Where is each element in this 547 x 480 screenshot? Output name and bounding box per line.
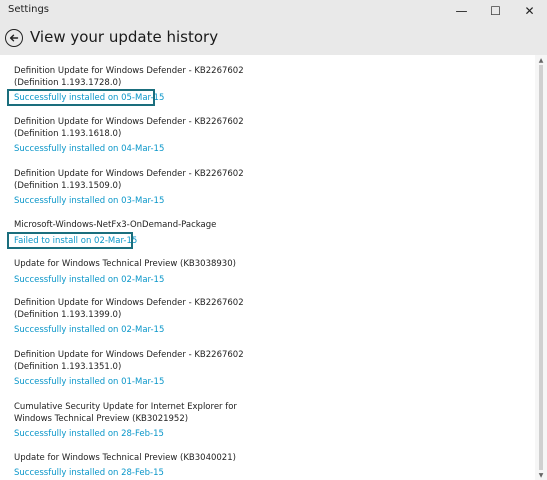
update-name: Definition Update for Windows Defender -… [14,117,244,139]
window-titlebar: Settings — ☐ ✕ [0,0,547,22]
update-status-link[interactable]: Successfully installed on 02-Mar-15 [14,275,164,286]
window-title: Settings [8,4,50,15]
highlight-box [7,89,155,106]
update-entry: Definition Update for Windows Defender -… [14,350,274,387]
close-icon: ✕ [524,4,535,18]
update-entry: Definition Update for Windows Defender -… [14,298,274,335]
back-arrow-icon [9,34,19,42]
update-status-link[interactable]: Successfully installed on 04-Mar-15 [14,144,164,155]
minimize-button[interactable]: — [445,0,478,22]
update-entry: Cumulative Security Update for Internet … [14,402,274,439]
update-name: Definition Update for Windows Defender -… [14,350,244,372]
update-name: Update for Windows Technical Preview (KB… [14,453,236,463]
update-name: Microsoft-Windows-NetFx3-OnDemand-Packag… [14,220,217,230]
update-status-link[interactable]: Successfully installed on 01-Mar-15 [14,377,164,388]
maximize-icon: ☐ [490,4,501,18]
scroll-thumb[interactable] [539,65,543,470]
page-title: View your update history [30,28,219,46]
update-entry: Definition Update for Windows Defender -… [14,117,274,154]
update-status-link[interactable]: Successfully installed on 02-Mar-15 [14,325,164,336]
page-header: View your update history [0,22,547,55]
back-button[interactable] [5,29,23,47]
update-name: Definition Update for Windows Defender -… [14,169,244,191]
update-history-list[interactable]: Definition Update for Windows Defender -… [0,55,535,480]
scroll-down-icon[interactable]: ▼ [535,470,547,480]
update-status-link[interactable]: Successfully installed on 28-Feb-15 [14,429,164,440]
update-entry: Update for Windows Technical Preview (KB… [14,453,274,478]
update-entry: Microsoft-Windows-NetFx3-OnDemand-Packag… [14,220,274,246]
close-button[interactable]: ✕ [513,0,546,22]
update-status-link[interactable]: Successfully installed on 28-Feb-15 [14,468,164,479]
minimize-icon: — [455,4,468,18]
update-entry: Update for Windows Technical Preview (KB… [14,259,274,285]
vertical-scrollbar[interactable]: ▲ ▼ [535,55,547,480]
maximize-button[interactable]: ☐ [479,0,512,22]
scroll-up-icon[interactable]: ▲ [535,55,547,65]
update-name: Definition Update for Windows Defender -… [14,298,244,320]
update-entry: Definition Update for Windows Defender -… [14,66,274,103]
highlight-box [7,232,133,249]
update-name: Cumulative Security Update for Internet … [14,402,237,424]
update-name: Definition Update for Windows Defender -… [14,66,244,88]
update-entry: Definition Update for Windows Defender -… [14,169,274,206]
update-name: Update for Windows Technical Preview (KB… [14,259,236,269]
update-status-link[interactable]: Successfully installed on 03-Mar-15 [14,196,164,207]
